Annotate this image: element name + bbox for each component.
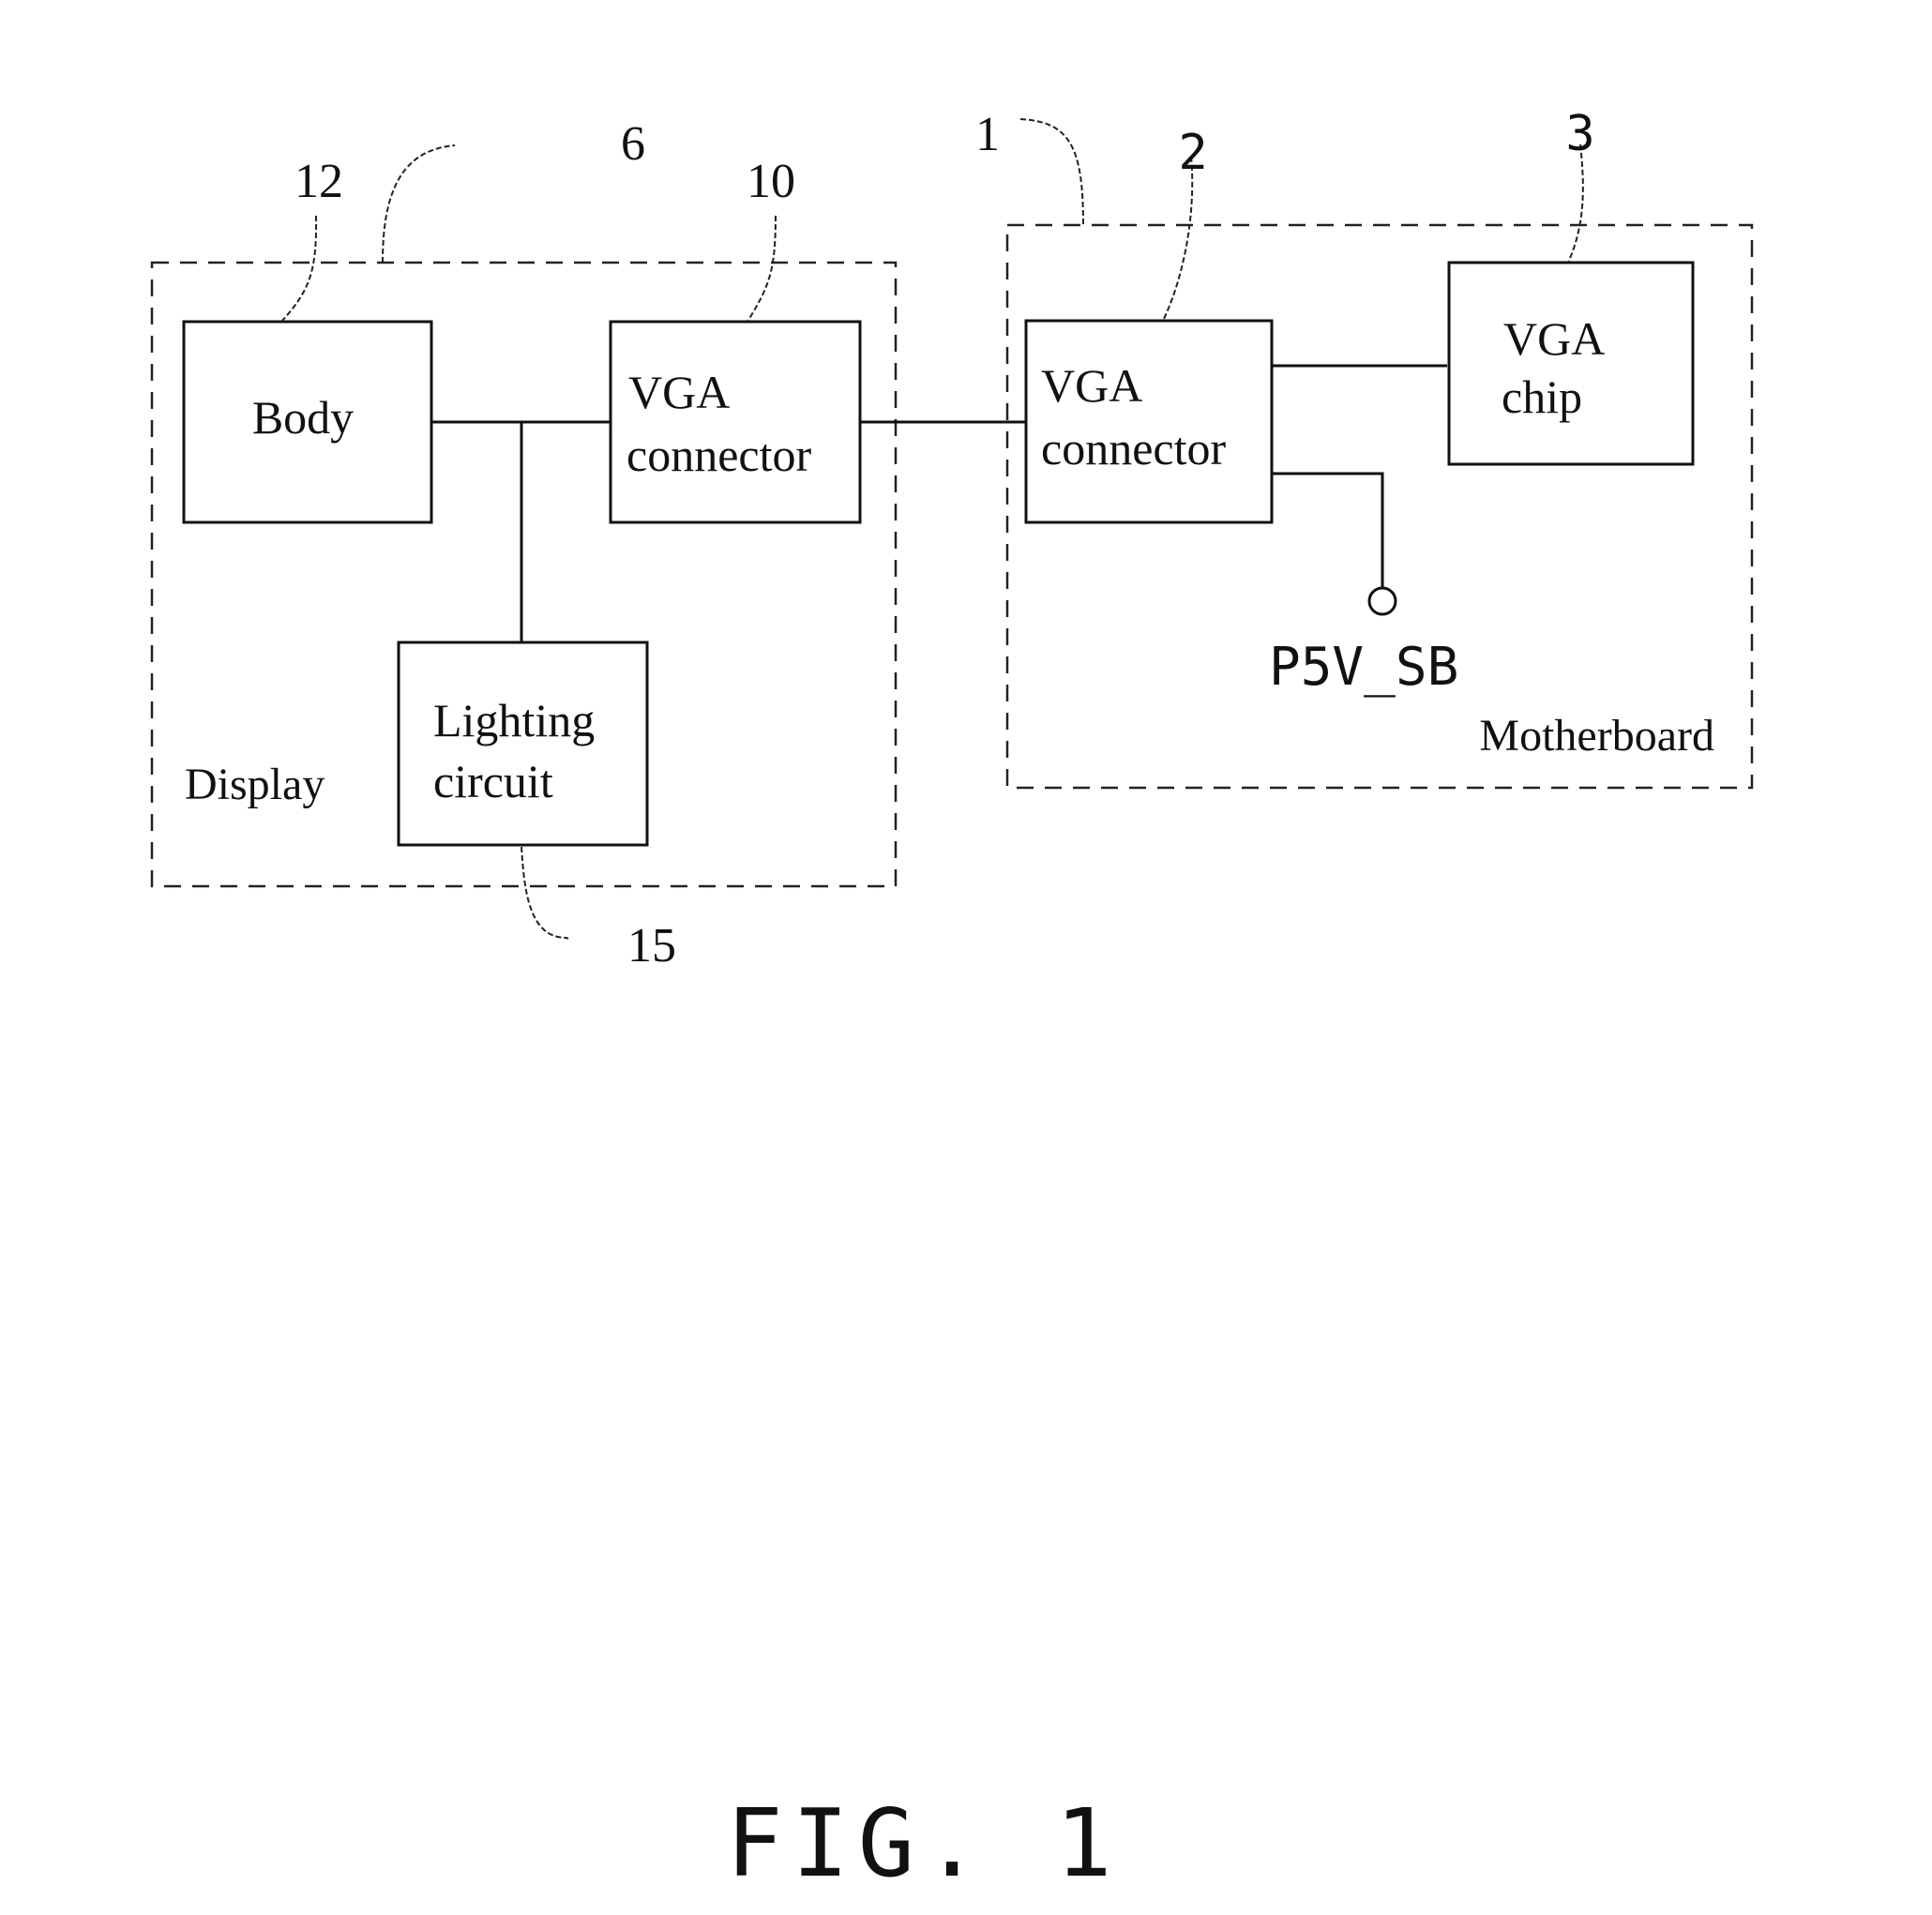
block-diagram: Display Motherboard Body VGA connector L… <box>150 106 1754 1898</box>
ref-2: 2 <box>1178 125 1207 181</box>
leader-10 <box>747 215 777 323</box>
block-vga-connector-display: VGA connector <box>609 320 862 524</box>
vga-connector-display-box <box>609 320 862 524</box>
motherboard-group-label: Motherboard <box>1479 711 1714 761</box>
ref-3: 3 <box>1565 106 1594 162</box>
figure-caption: FIG. 1 <box>726 1788 1121 1898</box>
ref-1: 1 <box>975 108 1000 161</box>
vga-connector-motherboard-label-line2: connector <box>1041 422 1226 475</box>
motherboard-group: Motherboard <box>1005 223 1754 790</box>
ref-6: 6 <box>621 117 645 171</box>
display-group-label: Display <box>185 760 325 809</box>
leader-2 <box>1162 156 1194 322</box>
reference-numerals: 12 10 6 15 1 2 3 <box>280 106 1595 973</box>
ref-15: 15 <box>627 919 676 973</box>
vga-connector-motherboard-label-line1: VGA <box>1041 359 1142 412</box>
ref-10: 10 <box>747 155 795 208</box>
leader-1 <box>1019 118 1084 226</box>
p5v-sb-label: P5V_SB <box>1269 637 1458 698</box>
block-body: Body <box>182 320 433 524</box>
body-label: Body <box>252 391 354 444</box>
lighting-circuit-label-line1: Lighting <box>433 694 595 746</box>
leader-6 <box>382 144 456 264</box>
motherboard-group-border <box>1005 223 1754 790</box>
vga-chip-label-line1: VGA <box>1503 312 1605 365</box>
block-lighting-circuit: Lighting circuit <box>397 641 649 847</box>
vga-chip-label-line2: chip <box>1502 370 1582 423</box>
leader-15 <box>521 846 569 940</box>
block-vga-chip: VGA chip <box>1447 261 1695 466</box>
vga-connector-display-label-line2: connector <box>626 429 811 481</box>
terminal-circle-icon <box>1367 586 1397 616</box>
lighting-circuit-label-line2: circuit <box>433 755 553 807</box>
connections <box>431 364 1447 642</box>
leader-12 <box>280 215 318 323</box>
vga-connector-display-label-line1: VGA <box>628 366 730 418</box>
wire-connector-to-p5v-sb <box>1272 472 1384 588</box>
block-vga-connector-motherboard: VGA connector <box>1024 319 1274 524</box>
ref-12: 12 <box>294 155 343 208</box>
